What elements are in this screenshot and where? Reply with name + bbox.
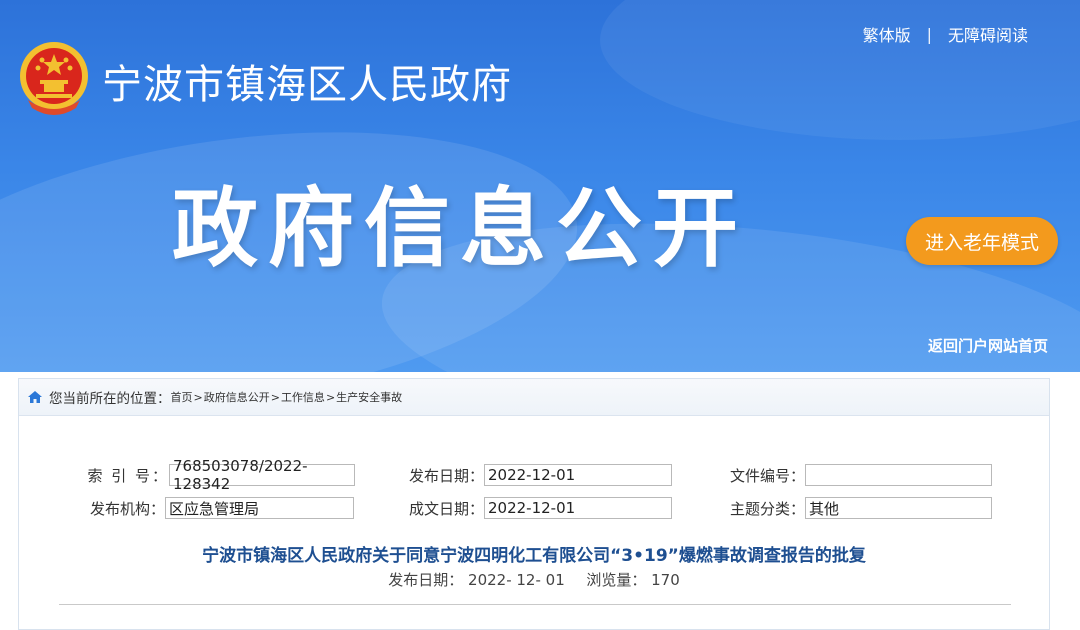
site-title: 宁波市镇海区人民政府 [102,62,512,108]
publishing-org-label: 发布机构： [89,499,165,518]
doc-number-label: 文件编号： [729,466,805,485]
meta-category: 主题分类： 其他 [705,497,992,519]
traditional-chinese-link[interactable]: 繁体版 [863,22,911,46]
banner-decoration [600,0,1080,140]
national-emblem-icon [18,38,90,118]
document-meta: 发布日期： 2022- 12- 01 浏览量： 170 [19,569,1049,590]
views-count: 170 [651,571,680,589]
meta-create-date: 成文日期： 2022-12-01 [386,497,672,519]
index-number-label: 索 引 号： [87,466,169,485]
breadcrumb-separator: > [325,390,336,404]
document-title: 宁波市镇海区人民政府关于同意宁波四明化工有限公司“3•19”爆燃事故调查报告的批… [202,546,866,566]
document-date-label: 发布日期： [388,571,464,589]
hero-title: 政府信息公开 [172,179,748,279]
home-icon [28,391,42,403]
header-banner: 繁体版 | 无障碍阅读 宁波市镇海区人民政府 政府信息公开 进入老年模式 返回门… [0,0,1080,372]
breadcrumb-item-work-info[interactable]: 工作信息 [281,389,325,405]
breadcrumb-item-safety-accidents[interactable]: 生产安全事故 [336,389,402,405]
views-label: 浏览量： [586,571,647,589]
breadcrumb-item-home[interactable]: 首页 [171,389,193,405]
back-to-portal-link[interactable]: 返回门户网站首页 [928,335,1048,356]
divider [59,604,1011,605]
top-links: 繁体版 | 无障碍阅读 [863,22,1028,46]
document-date-value: 2022- 12- 01 [468,571,565,589]
meta-index: 索 引 号： 768503078/2022-128342 [69,457,355,493]
elder-mode-button[interactable]: 进入老年模式 [906,217,1058,265]
category-value: 其他 [805,497,992,519]
create-date-value: 2022-12-01 [484,497,672,519]
publishing-org-value: 区应急管理局 [165,497,354,519]
publish-date-label: 发布日期： [408,466,484,485]
breadcrumb-item-info-disclosure[interactable]: 政府信息公开 [204,389,270,405]
breadcrumb-separator: > [270,390,280,404]
publish-date-value: 2022-12-01 [484,464,672,486]
create-date-label: 成文日期： [408,499,484,518]
meta-publish-date: 发布日期： 2022-12-01 [386,464,672,486]
meta-doc-number: 文件编号： [705,464,992,486]
accessible-reading-link[interactable]: 无障碍阅读 [948,22,1028,46]
breadcrumb-prefix: 您当前所在的位置： [49,391,171,407]
meta-org: 发布机构： 区应急管理局 [69,497,354,519]
content-panel: 您当前所在的位置： 首页 > 政府信息公开 > 工作信息 > 生产安全事故 索 … [18,378,1050,630]
index-number-value: 768503078/2022-128342 [169,457,355,493]
category-label: 主题分类： [729,499,805,518]
doc-number-value [805,464,992,486]
breadcrumb: 您当前所在的位置： 首页 > 政府信息公开 > 工作信息 > 生产安全事故 [19,379,1049,416]
breadcrumb-separator: > [193,390,203,404]
top-links-separator: | [926,24,932,44]
